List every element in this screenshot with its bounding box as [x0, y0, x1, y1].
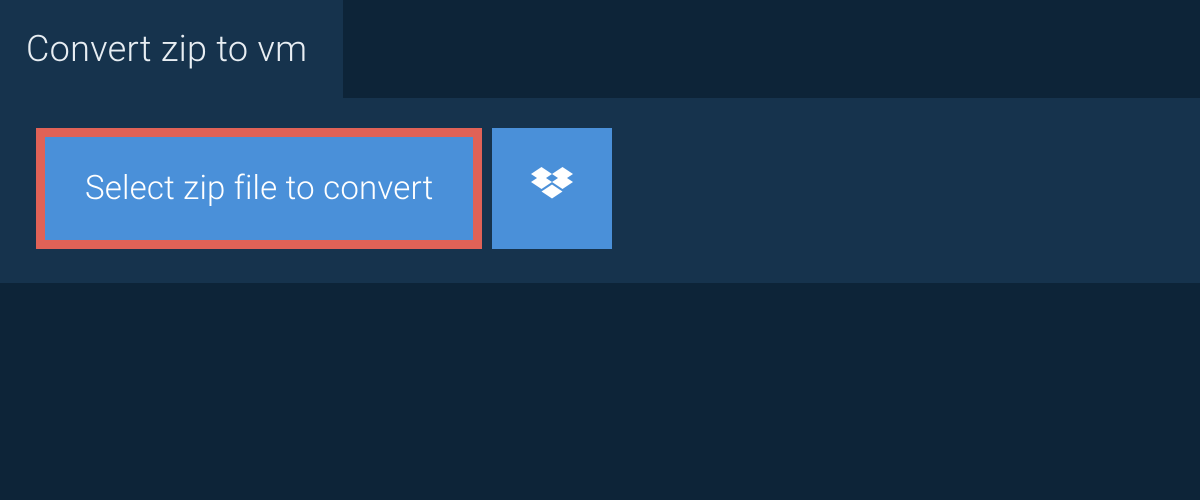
- tab-header: Convert zip to vm: [0, 0, 343, 98]
- dropbox-icon: [531, 167, 573, 211]
- page-title: Convert zip to vm: [26, 28, 307, 70]
- dropbox-button[interactable]: [492, 128, 612, 249]
- select-file-button[interactable]: Select zip file to convert: [36, 128, 482, 249]
- select-file-label: Select zip file to convert: [85, 169, 433, 208]
- upload-panel: Select zip file to convert: [0, 98, 1200, 283]
- button-row: Select zip file to convert: [36, 128, 1164, 249]
